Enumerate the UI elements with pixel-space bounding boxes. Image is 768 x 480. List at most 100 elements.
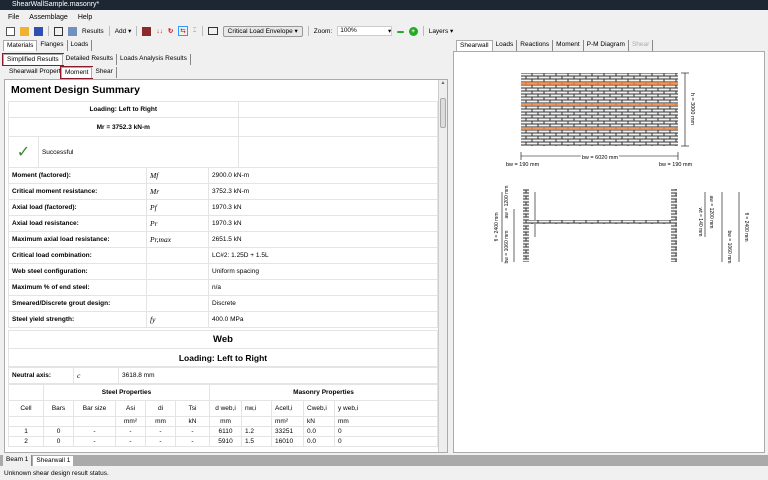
diagram-tabs: Shearwall Loads Reactions Moment P-M Dia… bbox=[456, 40, 654, 51]
tab-shear[interactable]: Shear bbox=[92, 67, 117, 78]
tab-loads[interactable]: Loads bbox=[67, 40, 93, 51]
loads-arrows-icon[interactable]: ↓↓ bbox=[156, 28, 163, 35]
row-label: Axial load (factored): bbox=[8, 199, 147, 216]
row-value: 400.0 MPa bbox=[208, 311, 438, 328]
cell bbox=[43, 416, 74, 427]
zoom-select[interactable]: 100% ▾ bbox=[337, 26, 393, 36]
left-aw-dimension: aw = 1200 mm bbox=[504, 186, 510, 219]
cell: - bbox=[145, 426, 176, 437]
summary-row: Critical moment resistance: Mr 3752.3 kN-m bbox=[8, 183, 438, 200]
open-folder-icon[interactable] bbox=[20, 26, 29, 36]
tab-materials[interactable]: Materials bbox=[3, 40, 38, 51]
columns-icon[interactable] bbox=[207, 27, 218, 35]
neutral-axis-label: Neutral axis: bbox=[8, 367, 74, 384]
row-symbol: Mr bbox=[146, 183, 209, 200]
left-bw-dimension: bw = 190 mm bbox=[506, 162, 540, 168]
cell: 6110 bbox=[209, 426, 242, 437]
summary-row: Web steel configuration: Uniform spacing bbox=[8, 263, 438, 280]
toolbar: Results Add ▾ ↓↓ ↻ ⇆ ⌶ Critical Load Env… bbox=[0, 24, 768, 38]
row-value: 2900.0 kN-m bbox=[208, 167, 438, 184]
cell: 0 bbox=[334, 426, 438, 437]
print-preview-icon[interactable] bbox=[54, 26, 63, 36]
summary-row: Smeared/Discrete grout design: Discrete bbox=[8, 295, 438, 312]
checkmark-icon: ✓ bbox=[8, 136, 39, 168]
zoom-out-icon[interactable]: ▬ bbox=[397, 28, 404, 35]
new-file-icon[interactable] bbox=[6, 26, 15, 36]
tab-shearwall-properties[interactable]: Shearwall Properties bbox=[6, 67, 61, 78]
tab-loads-diagram[interactable]: Loads bbox=[492, 40, 518, 51]
cell: 1.5 bbox=[241, 436, 272, 447]
wall-icon[interactable] bbox=[142, 26, 152, 36]
menu-help[interactable]: Help bbox=[78, 11, 92, 24]
rotate-icon[interactable]: ↻ bbox=[168, 27, 173, 35]
layers-dropdown[interactable]: Layers ▾ bbox=[429, 27, 454, 35]
vertical-scrollbar[interactable]: ▲ bbox=[438, 80, 447, 452]
cell: 1.2 bbox=[241, 426, 272, 437]
print-icon[interactable] bbox=[68, 26, 77, 36]
row-symbol bbox=[146, 279, 209, 296]
summary-row: Axial load (factored): Pf 1970.3 kN bbox=[8, 199, 438, 216]
cell: - bbox=[175, 436, 210, 447]
wall-elevation bbox=[521, 73, 678, 146]
row-label: Critical load combination: bbox=[8, 247, 147, 264]
length-dimension: bw = 6020 mm bbox=[582, 155, 619, 161]
cell: 33251 bbox=[271, 426, 304, 437]
web-thickness-dimension: wt = 140 mm bbox=[697, 208, 703, 237]
cell: mm² bbox=[271, 416, 304, 427]
cell bbox=[8, 416, 44, 427]
row-label: Moment (factored): bbox=[8, 167, 147, 184]
web-title: Web bbox=[8, 330, 438, 349]
tab-pm-diagram[interactable]: P-M Diagram bbox=[583, 40, 629, 51]
cell: Bar size bbox=[73, 400, 116, 417]
menu-assemblage[interactable]: Assemblage bbox=[29, 11, 68, 24]
tab-moment-diagram[interactable]: Moment bbox=[553, 40, 584, 51]
row-value: 3752.3 kN-m bbox=[208, 183, 438, 200]
cell: Bars bbox=[43, 400, 74, 417]
tab-reactions[interactable]: Reactions bbox=[517, 40, 554, 51]
dimension-icon[interactable]: ⌶ bbox=[193, 27, 197, 35]
cell: kN bbox=[175, 416, 210, 427]
row-symbol bbox=[146, 247, 209, 264]
summary-row: Steel yield strength: fy 400.0 MPa bbox=[8, 311, 438, 328]
menu-file[interactable]: File bbox=[8, 11, 19, 24]
add-dropdown[interactable]: Add ▾ bbox=[115, 27, 132, 35]
right-bw-dimension: bw = 190 mm bbox=[659, 162, 693, 168]
cell: kN bbox=[303, 416, 335, 427]
tab-detailed-results[interactable]: Detailed Results bbox=[62, 54, 117, 65]
tab-loads-analysis-results[interactable]: Loads Analysis Results bbox=[117, 54, 191, 65]
left-bw2-dimension: bw = 1060 mm bbox=[504, 231, 510, 264]
summary-row: Maximum % of end steel: n/a bbox=[8, 279, 438, 296]
neutral-axis-value: 3618.8 mm bbox=[118, 367, 438, 384]
tab-beam-1[interactable]: Beam 1 bbox=[3, 455, 33, 466]
left-flange-dimension: fl = 2400 mm bbox=[494, 212, 500, 241]
tab-flanges[interactable]: Flanges bbox=[37, 40, 68, 51]
tab-shear-diagram[interactable]: Shear bbox=[628, 40, 654, 51]
tab-moment[interactable]: Moment bbox=[59, 66, 94, 79]
row-label: Web steel configuration: bbox=[8, 263, 147, 280]
document-tabs: Beam 1 Shearwall 1 bbox=[0, 455, 768, 466]
row-symbol: Pr bbox=[146, 215, 209, 232]
tab-shearwall-1[interactable]: Shearwall 1 bbox=[32, 455, 75, 466]
scrollbar-thumb[interactable] bbox=[440, 98, 446, 128]
save-icon[interactable] bbox=[34, 26, 43, 36]
tab-shearwall[interactable]: Shearwall bbox=[456, 40, 493, 51]
cell: mm bbox=[145, 416, 176, 427]
cell: y web,i bbox=[334, 400, 438, 417]
row-value: Discrete bbox=[208, 295, 438, 312]
cell: 2 bbox=[8, 436, 44, 447]
load-envelope-dropdown[interactable]: Critical Load Envelope ▾ bbox=[222, 25, 303, 37]
result-tabs: Simplified Results Detailed Results Load… bbox=[2, 53, 191, 66]
row-value: 1970.3 kN bbox=[208, 215, 438, 232]
masonry-properties-header: Masonry Properties bbox=[209, 384, 438, 401]
cell: mm² bbox=[115, 416, 146, 427]
results-button[interactable]: Results bbox=[82, 28, 104, 35]
swap-icon[interactable]: ⇆ bbox=[178, 26, 188, 36]
zoom-in-icon[interactable]: + bbox=[408, 26, 418, 36]
wall-plan bbox=[523, 189, 677, 262]
summary-row: Maximum axial load resistance: Pr,max 2651… bbox=[8, 231, 438, 248]
right-aw-dimension: aw = 1200 mm bbox=[708, 196, 714, 229]
cell: mm bbox=[209, 416, 242, 427]
tab-simplified-results[interactable]: Simplified Results bbox=[2, 53, 64, 66]
units-row: mm² mm kN mm mm² kN mm bbox=[8, 416, 438, 427]
row-symbol: Mf bbox=[146, 167, 209, 184]
